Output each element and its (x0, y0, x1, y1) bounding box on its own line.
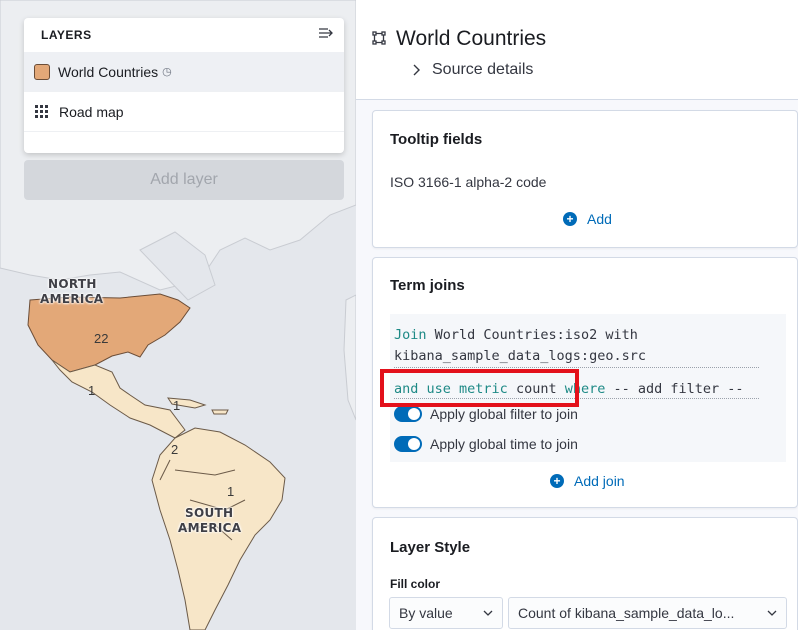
join-keyword: Join (394, 327, 427, 343)
add-tooltip-field-button[interactable]: + Add (563, 211, 612, 227)
highlight-annotation (380, 369, 579, 407)
toggle-switch-icon (394, 406, 422, 422)
fill-field-value: Count of kibana_sample_data_lo... (518, 605, 735, 621)
fill-type-value: By value (399, 605, 453, 621)
toggle-switch-icon (394, 436, 422, 452)
layer-title: World Countries (396, 27, 547, 50)
layers-panel-header: LAYERS (24, 18, 344, 52)
count-label-mexico: 1 (88, 383, 96, 398)
source-details-toggle[interactable]: Source details (412, 61, 533, 79)
fill-field-select[interactable]: Count of kibana_sample_data_lo... (508, 597, 787, 629)
add-layer-button[interactable]: Add layer (24, 160, 344, 200)
add-tooltip-label: Add (587, 211, 612, 227)
source-details-label: Source details (432, 61, 534, 78)
layers-panel: LAYERS World Countries ◷ Road map (24, 18, 344, 153)
collapse-panel-icon[interactable] (318, 26, 334, 45)
map-label-america-south: AMERICA (178, 521, 242, 535)
add-join-label: Add join (574, 473, 625, 489)
fill-type-select[interactable]: By value (389, 597, 503, 629)
join-clause[interactable]: Join World Countries:iso2 with kibana_sa… (394, 325, 784, 368)
global-filter-label: Apply global filter to join (430, 406, 578, 422)
layer-item-world-countries[interactable]: World Countries ◷ (24, 52, 344, 92)
count-label-caribbean: 1 (173, 398, 181, 413)
chevron-down-icon (767, 610, 777, 616)
map-label-north: NORTH (48, 277, 97, 291)
layer-item-label: World Countries (58, 63, 159, 80)
layer-style-title: Layer Style (390, 539, 471, 556)
filter-placeholder: -- add filter -- (613, 381, 744, 397)
global-filter-toggle[interactable]: Apply global filter to join (394, 406, 578, 422)
tooltip-field-item: ISO 3166-1 alpha-2 code (390, 174, 547, 190)
map-label-america: AMERICA (40, 292, 104, 306)
chevron-down-icon (483, 610, 493, 616)
layer-settings-header: World Countries Source details (356, 0, 798, 100)
join-right-field: kibana_sample_data_logs:geo.src (394, 348, 646, 364)
tooltip-fields-card: Tooltip fields ISO 3166-1 alpha-2 code +… (372, 110, 798, 248)
term-joins-title: Term joins (390, 277, 465, 294)
fill-color-label: Fill color (390, 577, 441, 591)
plus-circle-icon: + (550, 474, 564, 488)
plus-circle-icon: + (563, 212, 577, 226)
count-label-usa: 22 (94, 331, 109, 346)
polygon-icon (372, 31, 386, 45)
layer-item-label: Road map (59, 103, 124, 120)
global-time-toggle[interactable]: Apply global time to join (394, 436, 578, 452)
map-label-south: SOUTH (185, 506, 234, 520)
swatch-icon (34, 63, 50, 80)
chevron-right-icon (413, 64, 420, 76)
layer-item-road-map[interactable]: Road map (24, 92, 344, 132)
count-label-brazil: 1 (227, 484, 235, 499)
grid-icon (35, 104, 48, 118)
global-time-label: Apply global time to join (430, 436, 578, 452)
join-left-field: World Countries:iso2 (434, 327, 598, 343)
with-keyword: with (605, 327, 638, 343)
clock-icon: ◷ (162, 66, 172, 78)
add-join-button[interactable]: + Add join (550, 473, 625, 489)
layers-panel-title: LAYERS (41, 28, 92, 42)
tooltip-fields-title: Tooltip fields (390, 131, 483, 148)
layer-settings-panel: World Countries Source details Tooltip f… (356, 0, 798, 630)
count-label-colombia: 2 (171, 442, 179, 457)
